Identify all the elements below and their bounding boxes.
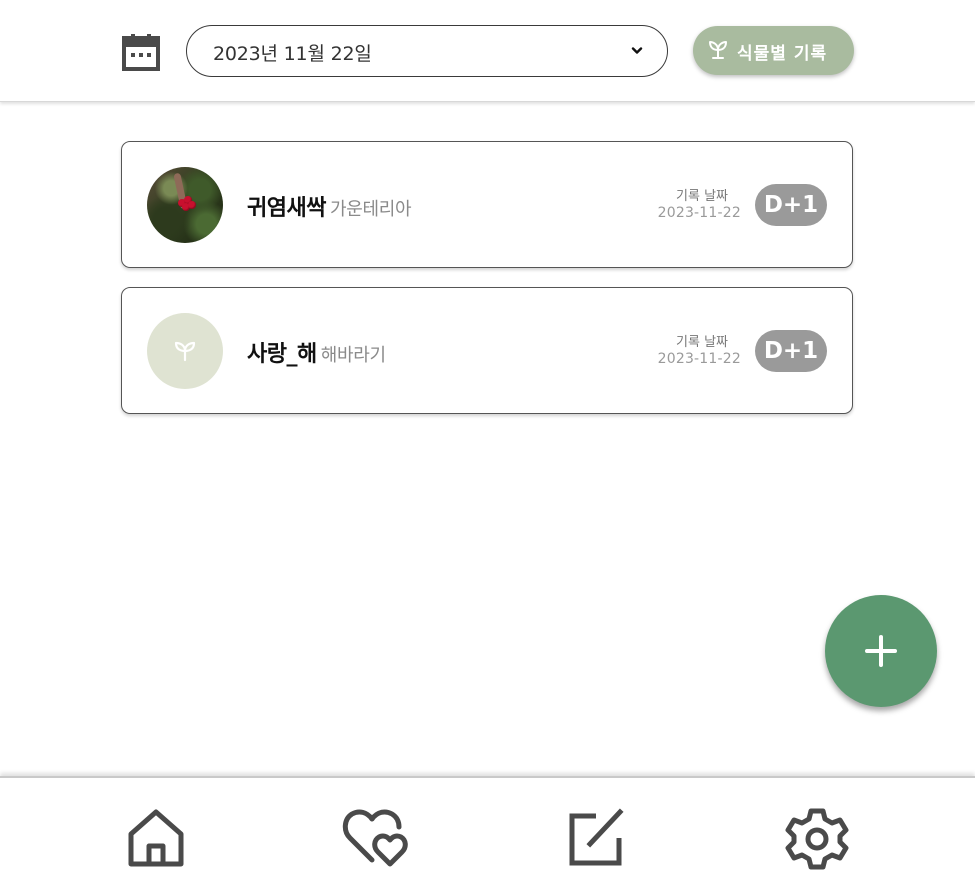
- sprout-icon: [174, 341, 196, 362]
- record-date: 2023-11-22: [657, 205, 741, 221]
- plant-name: 귀염새싹 가운테리아: [247, 190, 412, 222]
- home-icon: [128, 809, 184, 867]
- plant-photo: [147, 167, 223, 243]
- plant-species: 해바라기: [320, 345, 386, 366]
- heart-icon: [342, 809, 408, 867]
- nav-home[interactable]: [122, 808, 192, 872]
- plant-avatar-placeholder: [147, 313, 223, 389]
- plant-nickname: 사랑_해: [247, 342, 317, 367]
- edit-icon: [569, 808, 624, 866]
- plant-nickname: 귀염새싹: [247, 196, 326, 221]
- nav-write[interactable]: [564, 808, 634, 872]
- plant-species: 가운테리아: [329, 199, 412, 220]
- record-date-label: 기록 날짜: [676, 335, 728, 350]
- record-card[interactable]: 사랑_해 해바라기 기록 날짜 2023-11-22 D+1: [121, 287, 853, 414]
- nav-favorites[interactable]: [342, 808, 412, 872]
- page: 2023년 11월 22일 식물별 기록 귀염새싹 가운테리아 기록 날짜 20…: [0, 0, 975, 894]
- plant-name: 사랑_해 해바라기: [247, 336, 386, 368]
- nav-settings[interactable]: [784, 808, 854, 872]
- dday-badge: D+1: [755, 184, 827, 226]
- dday-badge: D+1: [755, 330, 827, 372]
- record-date-label: 기록 날짜: [676, 189, 728, 204]
- plus-icon: [865, 635, 897, 667]
- top-bar: 2023년 11월 22일 식물별 기록: [0, 0, 975, 102]
- selected-date: 2023년 11월 22일: [213, 43, 372, 65]
- plant-records-button[interactable]: 식물별 기록: [693, 26, 854, 75]
- gear-icon: [785, 808, 849, 870]
- record-date: 2023-11-22: [657, 351, 741, 367]
- calendar-icon[interactable]: [122, 33, 160, 71]
- plant-records-label: 식물별 기록: [737, 44, 828, 64]
- add-record-button[interactable]: [825, 595, 937, 707]
- record-card[interactable]: 귀염새싹 가운테리아 기록 날짜 2023-11-22 D+1: [121, 141, 853, 268]
- bottom-navigation: [0, 776, 975, 894]
- chevron-down-icon: [631, 47, 643, 54]
- date-dropdown[interactable]: 2023년 11월 22일: [186, 25, 668, 77]
- sprout-icon: [709, 41, 727, 59]
